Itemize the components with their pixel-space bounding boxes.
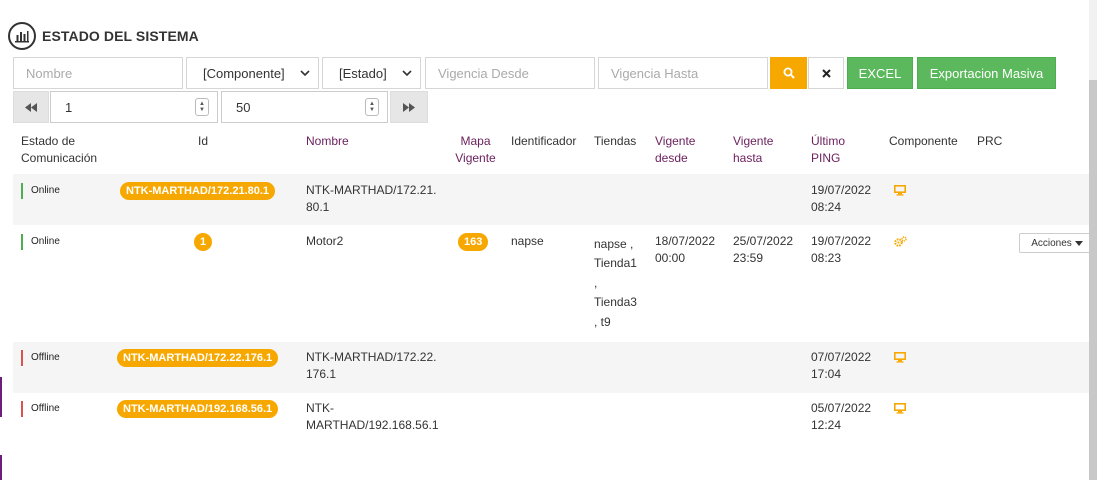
- left-edge-marker: [0, 455, 2, 480]
- chevron-down-icon: [402, 69, 412, 76]
- close-icon: [821, 68, 831, 78]
- estado-select-value: [Estado]: [339, 65, 387, 81]
- acciones-dropdown-button[interactable]: Acciones: [1019, 233, 1095, 253]
- page-header: ESTADO DEL SISTEMA: [8, 22, 199, 50]
- status-indicator: Offline: [21, 350, 60, 366]
- tiendas-line-2: Tienda1: [594, 256, 637, 270]
- table-header: Estado de Comunicación Id Nombre Mapa Vi…: [13, 126, 1097, 174]
- estado-select[interactable]: [Estado]: [322, 57, 421, 89]
- vigente-desde-date: 18/07/2022: [655, 234, 716, 248]
- status-indicator: Online: [21, 234, 60, 250]
- table-row[interactable]: Offline NTK-MARTHAD/192.168.56.1 NTK- MA…: [13, 393, 1097, 444]
- spinner-icon[interactable]: ▲ ▼: [195, 98, 209, 116]
- page-size-value: 50: [236, 99, 251, 115]
- vigente-desde-time: 00:00: [655, 251, 686, 265]
- mapa-badge: 163: [458, 233, 489, 251]
- clear-button[interactable]: [808, 57, 844, 89]
- nombre-line-2: MARTHAD/192.168.56.1: [306, 418, 439, 432]
- id-badge: NTK-MARTHAD/172.21.80.1: [120, 182, 276, 200]
- nombre-filter[interactable]: [13, 57, 183, 89]
- acciones-label: Acciones: [1031, 237, 1072, 249]
- tiendas-line-5: , t9: [594, 315, 611, 329]
- col-tiendas[interactable]: Tiendas: [594, 133, 636, 150]
- vigencia-desde-filter[interactable]: [425, 57, 595, 89]
- ping-date: 05/07/2022: [811, 401, 872, 415]
- col-vigente-hasta[interactable]: Vigente hasta: [733, 133, 781, 167]
- col-componente[interactable]: Componente: [889, 133, 958, 150]
- vigencia-desde-input[interactable]: [438, 65, 594, 81]
- tiendas-line-1: napse ,: [594, 237, 634, 251]
- nombre-line-2: 176.1: [306, 367, 337, 381]
- col-ultimo-ping[interactable]: Último PING: [811, 133, 851, 167]
- monitor-icon[interactable]: [894, 352, 906, 366]
- col-nombre[interactable]: Nombre: [306, 133, 349, 150]
- tiendas-line-4: Tienda3: [594, 295, 637, 309]
- vigente-hasta-time: 23:59: [733, 251, 764, 265]
- ping-date: 19/07/2022: [811, 183, 872, 197]
- vigente-hasta-date: 25/07/2022: [733, 234, 794, 248]
- status-indicator: Offline: [21, 401, 60, 417]
- componente-select[interactable]: [Componente]: [186, 57, 319, 89]
- page-title: ESTADO DEL SISTEMA: [42, 28, 199, 44]
- fast-forward-icon: [403, 102, 415, 112]
- bar-chart-icon: [8, 22, 36, 50]
- id-badge: NTK-MARTHAD/172.22.176.1: [117, 349, 279, 367]
- vigencia-hasta-filter[interactable]: [598, 57, 768, 89]
- page-size-input[interactable]: 50 ▲ ▼: [221, 91, 388, 123]
- monitor-icon[interactable]: [894, 403, 906, 417]
- col-vigente-desde[interactable]: Vigente desde: [655, 133, 703, 167]
- excel-button[interactable]: EXCEL: [847, 57, 913, 89]
- nombre-line-1: Motor2: [306, 234, 344, 248]
- vigencia-hasta-input[interactable]: [611, 65, 767, 81]
- search-icon: [783, 67, 795, 79]
- page-number-value: 1: [65, 99, 73, 115]
- chevron-down-icon: [300, 69, 310, 76]
- table-row[interactable]: Offline NTK-MARTHAD/172.22.176.1 NTK-MAR…: [13, 342, 1097, 393]
- gears-icon[interactable]: [894, 236, 907, 250]
- ping-time: 08:23: [811, 251, 842, 265]
- ping-date: 19/07/2022: [811, 234, 872, 248]
- nombre-line-1: NTK-: [306, 401, 334, 415]
- caret-down-icon: [1074, 240, 1083, 246]
- col-estado[interactable]: Estado de Comunicación: [21, 133, 111, 167]
- componente-select-value: [Componente]: [203, 65, 285, 81]
- col-id[interactable]: Id: [198, 133, 208, 150]
- ping-date: 07/07/2022: [811, 350, 872, 364]
- id-badge: NTK-MARTHAD/192.168.56.1: [117, 400, 279, 418]
- system-status-table: Estado de Comunicación Id Nombre Mapa Vi…: [13, 126, 1097, 444]
- vertical-scrollbar[interactable]: [1089, 0, 1097, 480]
- first-page-button[interactable]: [13, 91, 49, 123]
- col-identificador[interactable]: Identificador: [511, 133, 576, 150]
- fast-backward-icon: [25, 102, 37, 112]
- table-row[interactable]: Online NTK-MARTHAD/172.21.80.1 NTK-MARTH…: [13, 174, 1097, 225]
- table-row[interactable]: Online 1 Motor2 163 napse napse , Tienda…: [13, 225, 1097, 342]
- left-edge-marker: [0, 377, 2, 417]
- search-button[interactable]: [770, 57, 807, 89]
- monitor-icon[interactable]: [894, 185, 906, 199]
- ping-time: 17:04: [811, 367, 842, 381]
- nombre-line-2: 80.1: [306, 200, 330, 214]
- col-prc[interactable]: PRC: [977, 133, 1002, 150]
- col-mapa-vigente[interactable]: Mapa Vigente: [453, 133, 498, 167]
- scrollbar-thumb[interactable]: [1089, 80, 1097, 480]
- identificador: napse: [511, 234, 544, 248]
- nombre-line-1: NTK-MARTHAD/172.21.: [306, 183, 437, 197]
- last-page-button[interactable]: [390, 91, 428, 123]
- tiendas-line-3: ,: [594, 276, 598, 290]
- ping-time: 12:24: [811, 418, 842, 432]
- nombre-line-1: NTK-MARTHAD/172.22.: [306, 350, 437, 364]
- id-badge: 1: [194, 233, 213, 251]
- ping-time: 08:24: [811, 200, 842, 214]
- nombre-input[interactable]: [26, 65, 182, 81]
- status-indicator: Online: [21, 183, 60, 199]
- page-number-input[interactable]: 1 ▲ ▼: [50, 91, 218, 123]
- spinner-icon[interactable]: ▲ ▼: [365, 98, 379, 116]
- exportacion-masiva-button[interactable]: Exportacion Masiva: [917, 57, 1056, 89]
